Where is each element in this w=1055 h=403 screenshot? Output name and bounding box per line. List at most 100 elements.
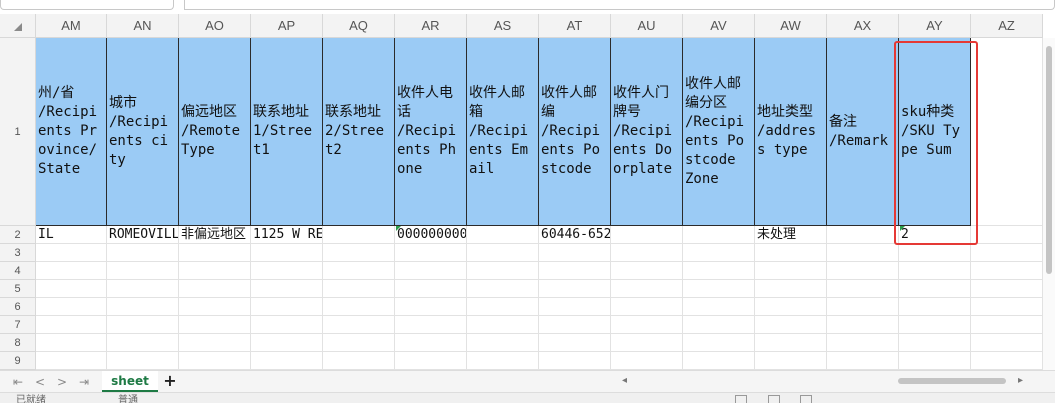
cell-ax5[interactable]	[827, 280, 899, 298]
header-cell-ap[interactable]: 联系地址1/Street1	[251, 38, 323, 226]
cell-au7[interactable]	[611, 316, 683, 334]
cell-ap3[interactable]	[251, 244, 323, 262]
cell-au2[interactable]	[611, 226, 683, 244]
header-cell-aq[interactable]: 联系地址2/Street2	[323, 38, 395, 226]
cell-ap6[interactable]	[251, 298, 323, 316]
cell-at8[interactable]	[539, 334, 611, 352]
column-header-at[interactable]: AT	[539, 14, 611, 38]
cell-av9[interactable]	[683, 352, 755, 370]
row-header-5[interactable]: 5	[0, 280, 36, 298]
cell-aq3[interactable]	[323, 244, 395, 262]
cell-az3[interactable]	[971, 244, 1043, 262]
cell-aq8[interactable]	[323, 334, 395, 352]
name-box[interactable]	[0, 0, 174, 10]
cell-aw7[interactable]	[755, 316, 827, 334]
header-cell-am[interactable]: 州/省 /Recipients Province/State	[36, 38, 107, 226]
cell-as6[interactable]	[467, 298, 539, 316]
cell-at5[interactable]	[539, 280, 611, 298]
cell-am6[interactable]	[36, 298, 107, 316]
vertical-scroll-thumb[interactable]	[1046, 46, 1052, 274]
column-header-ar[interactable]: AR	[395, 14, 467, 38]
cell-am7[interactable]	[36, 316, 107, 334]
cell-av3[interactable]	[683, 244, 755, 262]
cell-az5[interactable]	[971, 280, 1043, 298]
cell-aw3[interactable]	[755, 244, 827, 262]
row-header-1[interactable]: 1	[0, 38, 36, 226]
column-header-aw[interactable]: AW	[755, 14, 827, 38]
cell-aw2[interactable]: 未处理	[755, 226, 827, 244]
cell-aq9[interactable]	[323, 352, 395, 370]
normal-view-icon[interactable]	[735, 395, 747, 403]
cell-as3[interactable]	[467, 244, 539, 262]
vertical-scrollbar[interactable]	[1043, 38, 1055, 370]
cell-ao4[interactable]	[179, 262, 251, 280]
cell-az7[interactable]	[971, 316, 1043, 334]
cell-am9[interactable]	[36, 352, 107, 370]
cell-az2[interactable]	[971, 226, 1043, 244]
first-sheet-icon[interactable]: ⇤	[10, 374, 26, 390]
cell-au4[interactable]	[611, 262, 683, 280]
horizontal-scrollbar[interactable]: ◂ ▸	[622, 375, 1030, 387]
column-header-au[interactable]: AU	[611, 14, 683, 38]
cell-ay4[interactable]	[899, 262, 971, 280]
row-header-8[interactable]: 8	[0, 334, 36, 352]
cell-as2[interactable]	[467, 226, 539, 244]
scroll-left-icon[interactable]: ◂	[622, 375, 627, 387]
cell-ay9[interactable]	[899, 352, 971, 370]
cell-av4[interactable]	[683, 262, 755, 280]
cell-am2[interactable]: IL	[36, 226, 107, 244]
cell-aq7[interactable]	[323, 316, 395, 334]
cell-an6[interactable]	[107, 298, 179, 316]
cell-ao8[interactable]	[179, 334, 251, 352]
cell-aw4[interactable]	[755, 262, 827, 280]
cell-az9[interactable]	[971, 352, 1043, 370]
cell-ap8[interactable]	[251, 334, 323, 352]
row-header-4[interactable]: 4	[0, 262, 36, 280]
cell-ar7[interactable]	[395, 316, 467, 334]
formula-bar[interactable]: fx	[184, 0, 1055, 10]
column-header-am[interactable]: AM	[36, 14, 107, 38]
page-break-icon[interactable]	[800, 395, 812, 403]
cell-ax3[interactable]	[827, 244, 899, 262]
header-cell-aw[interactable]: 地址类型 /address type	[755, 38, 827, 226]
cell-ap2[interactable]: 1125 W REMINGTON BLVD	[251, 226, 323, 244]
cell-aq5[interactable]	[323, 280, 395, 298]
cell-ay6[interactable]	[899, 298, 971, 316]
cell-an2[interactable]: ROMEOVILLE	[107, 226, 179, 244]
column-header-av[interactable]: AV	[683, 14, 755, 38]
cell-as7[interactable]	[467, 316, 539, 334]
header-cell-ao[interactable]: 偏远地区 /Remote Type	[179, 38, 251, 226]
cell-at3[interactable]	[539, 244, 611, 262]
row-header-6[interactable]: 6	[0, 298, 36, 316]
cell-at6[interactable]	[539, 298, 611, 316]
cell-am4[interactable]	[36, 262, 107, 280]
cell-az8[interactable]	[971, 334, 1043, 352]
cell-am5[interactable]	[36, 280, 107, 298]
cell-ar4[interactable]	[395, 262, 467, 280]
cell-an5[interactable]	[107, 280, 179, 298]
header-cell-as[interactable]: 收件人邮箱 /Recipients Email	[467, 38, 539, 226]
cell-az6[interactable]	[971, 298, 1043, 316]
cell-an4[interactable]	[107, 262, 179, 280]
add-sheet-button[interactable]: +	[162, 373, 178, 389]
cell-ar5[interactable]	[395, 280, 467, 298]
header-cell-ay[interactable]: sku种类 /SKU Type Sum	[899, 38, 971, 226]
cell-ay8[interactable]	[899, 334, 971, 352]
select-all-corner[interactable]	[0, 14, 36, 38]
cell-as9[interactable]	[467, 352, 539, 370]
header-cell-ar[interactable]: 收件人电话 /Recipients Phone	[395, 38, 467, 226]
column-header-az[interactable]: AZ	[971, 14, 1043, 38]
cell-ao9[interactable]	[179, 352, 251, 370]
cell-av5[interactable]	[683, 280, 755, 298]
cell-ay3[interactable]	[899, 244, 971, 262]
cell-av7[interactable]	[683, 316, 755, 334]
last-sheet-icon[interactable]: ⇥	[76, 374, 92, 390]
next-sheet-icon[interactable]: >	[54, 374, 70, 390]
tab-sheet[interactable]: sheet	[102, 371, 158, 392]
cell-as8[interactable]	[467, 334, 539, 352]
cell-as5[interactable]	[467, 280, 539, 298]
cell-az1[interactable]	[971, 38, 1043, 226]
cell-ar6[interactable]	[395, 298, 467, 316]
cell-aq4[interactable]	[323, 262, 395, 280]
cell-av2[interactable]	[683, 226, 755, 244]
